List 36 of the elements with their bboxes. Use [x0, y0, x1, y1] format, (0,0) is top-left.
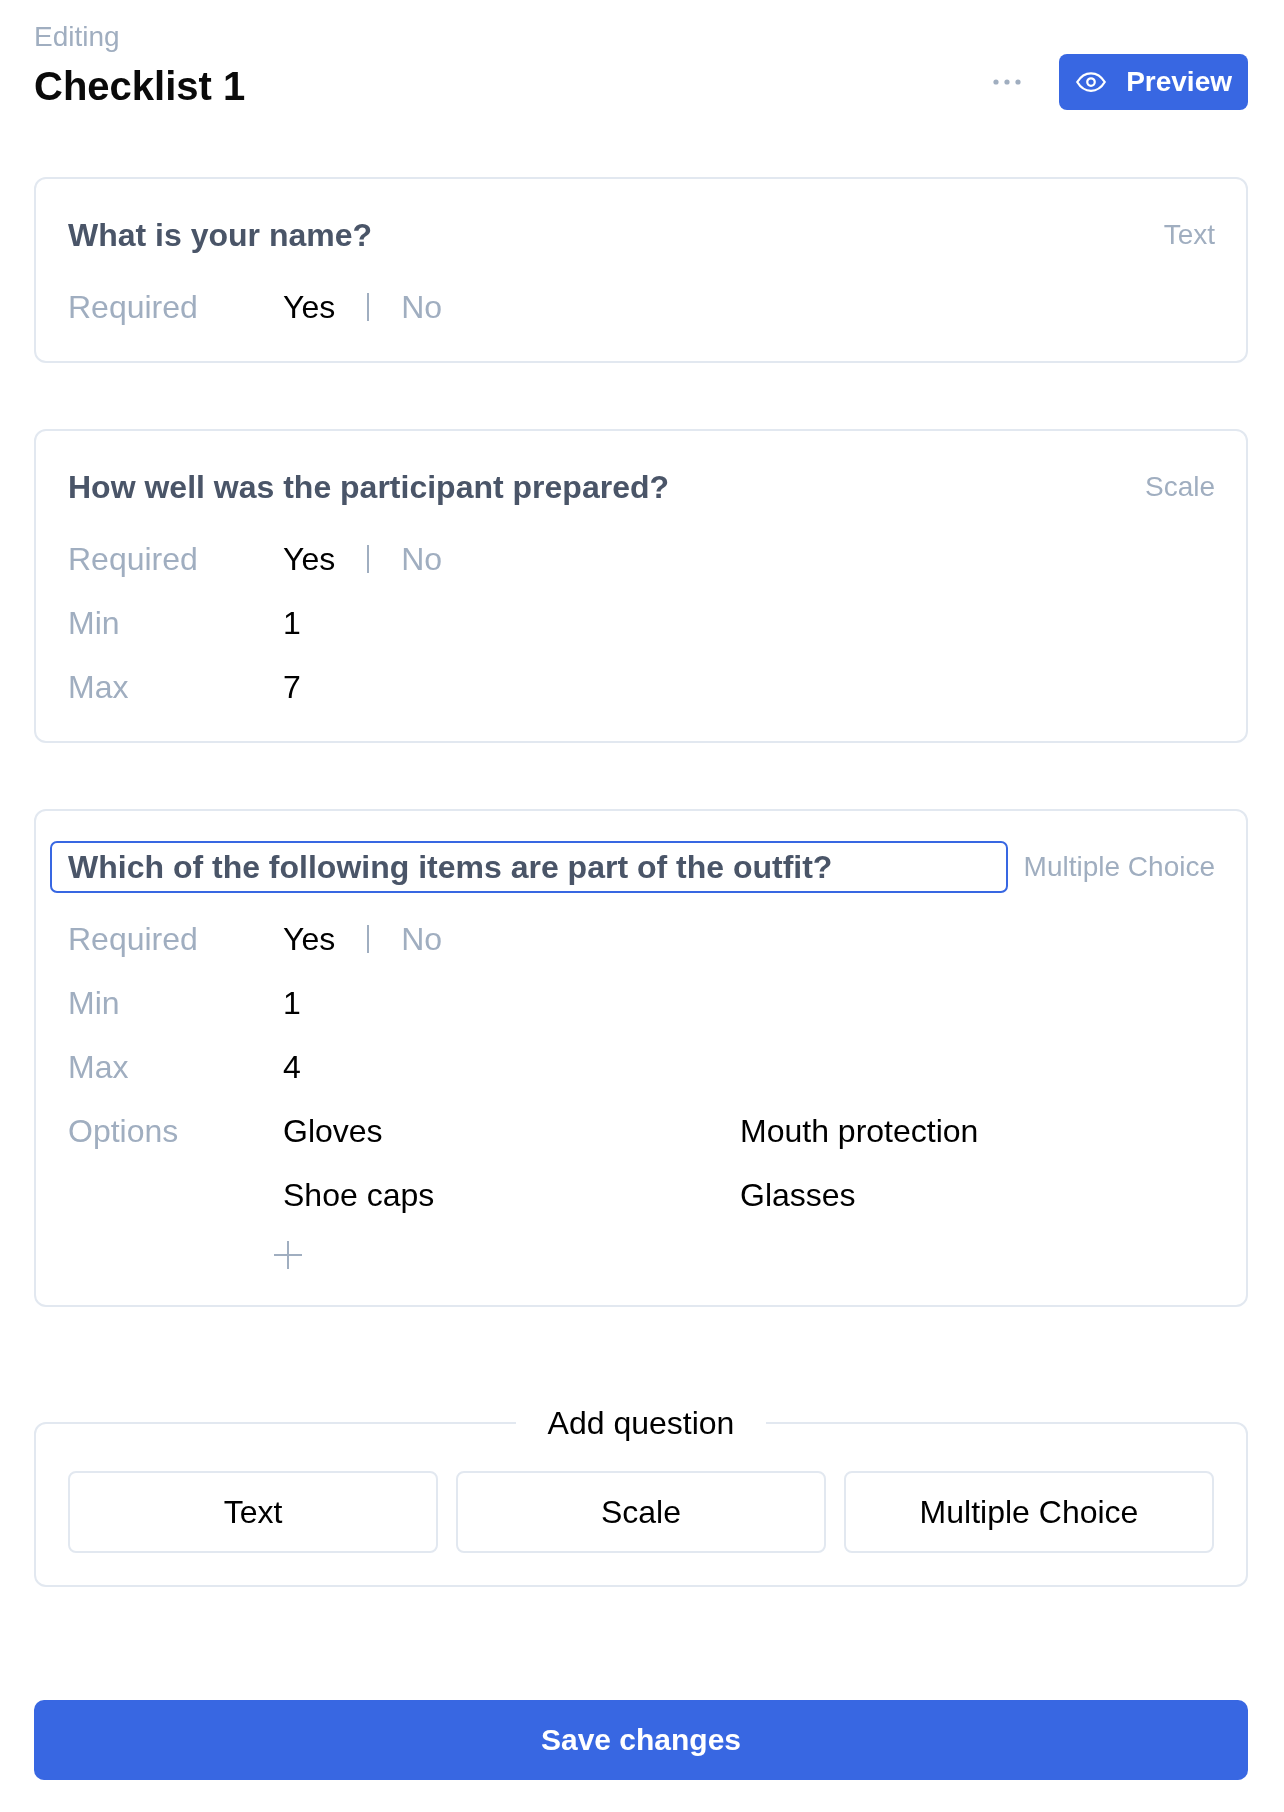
field-value: 1	[283, 604, 301, 643]
question-type-label: Text	[1163, 218, 1215, 252]
eye-icon	[1076, 72, 1107, 92]
field-label: Min	[68, 984, 121, 1023]
question-type-label: Multiple Choice	[1023, 850, 1215, 884]
field-label: Options	[68, 1112, 180, 1151]
field-label: Min	[68, 604, 121, 643]
field-label: Max	[68, 668, 130, 707]
save-button[interactable]: Save changes	[34, 1700, 1248, 1780]
toggle-option[interactable]: Yes	[283, 287, 336, 327]
field-label: Required	[68, 288, 199, 327]
option-text: Gloves	[283, 1112, 383, 1151]
add-question-button[interactable]: Scale	[456, 1471, 826, 1553]
question-title: What is your name?	[68, 216, 373, 255]
preview-button[interactable]: Preview	[1059, 54, 1248, 110]
field-value: 4	[283, 1048, 301, 1087]
add-question-button[interactable]: Text	[68, 1471, 438, 1553]
field-label: Required	[68, 920, 199, 959]
option-text: Mouth protection	[740, 1112, 979, 1151]
option-text: Shoe caps	[283, 1176, 435, 1215]
question-type-label: Scale	[1144, 470, 1215, 504]
checklist-title: Checklist 1	[34, 63, 246, 110]
field-label: Max	[68, 1048, 130, 1087]
toggle-option[interactable]: Yes	[283, 539, 336, 579]
add-question-legend: Add question	[515, 1403, 767, 1443]
field-value: 1	[283, 984, 301, 1023]
add-question-button[interactable]: Multiple Choice	[844, 1471, 1214, 1553]
option-text: Glasses	[740, 1176, 856, 1215]
field-value: 7	[283, 668, 301, 707]
toggle-option[interactable]: Yes	[283, 919, 336, 959]
plus-icon[interactable]	[274, 1241, 302, 1269]
more-icon[interactable]	[993, 79, 1022, 85]
question-title-field[interactable]: Which of the following items are part of the outfit?	[50, 841, 1008, 893]
question-title: How well was the participant prepared?	[68, 468, 669, 507]
editing-subtitle: Editing	[34, 20, 120, 54]
field-label: Required	[68, 540, 199, 579]
